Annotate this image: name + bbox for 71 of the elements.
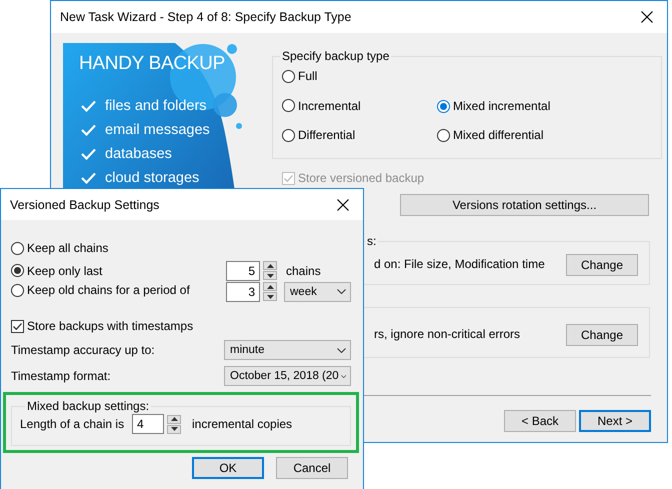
spin-up-button[interactable]	[263, 261, 277, 270]
radio-indicator[interactable]	[11, 242, 24, 255]
group-label: Mixed backup settings:	[26, 399, 150, 413]
caret-down-icon	[170, 427, 178, 431]
change-button[interactable]: Change	[566, 324, 638, 346]
group-label: s:	[366, 234, 378, 248]
radio-button[interactable]: Mixed incremental	[437, 99, 550, 113]
check-icon	[81, 148, 96, 160]
dropdown[interactable]: week	[284, 282, 351, 302]
radio-indicator[interactable]	[437, 100, 450, 112]
caret-down-icon	[266, 274, 274, 278]
dialog-button[interactable]: Cancel	[276, 457, 348, 479]
dropdown[interactable]: October 15, 2018 (20	[224, 366, 351, 386]
nav-button[interactable]: < Back	[504, 410, 576, 432]
window-title: New Task Wizard - Step 4 of 8: Specify Backup Type	[60, 10, 352, 24]
close-icon	[337, 198, 349, 210]
feature-text: databases	[105, 146, 172, 162]
radio-button[interactable]: Full	[282, 69, 318, 83]
settings-text: rs, ignore non-critical errors	[374, 326, 520, 343]
banner-title: HANDY BACKUP	[79, 53, 226, 75]
unit-label: chains	[285, 264, 321, 278]
feature-text: files and folders	[105, 98, 207, 114]
caret-up-icon	[170, 417, 178, 421]
radio-indicator[interactable]	[282, 70, 295, 82]
radio-button[interactable]: Mixed differential	[437, 128, 544, 142]
dialog-title: Versioned Backup Settings	[10, 198, 160, 212]
checkbox[interactable]: Store backups with timestamps	[11, 318, 194, 334]
settings-text: d on: File size, Modification time	[374, 256, 545, 273]
caret-up-icon	[266, 264, 274, 268]
radio-indicator[interactable]	[11, 264, 24, 278]
check-icon	[81, 124, 96, 136]
field-label: Length of a chain is	[20, 417, 126, 431]
radio-button[interactable]: Keep only last	[11, 264, 102, 278]
spin-down-button[interactable]	[263, 271, 277, 280]
radio-indicator[interactable]	[282, 128, 295, 142]
chevron-down-icon	[337, 348, 346, 352]
spin-down-button[interactable]	[263, 292, 277, 301]
number-field[interactable]: 5	[226, 260, 260, 280]
unit-label: incremental copies	[191, 417, 292, 431]
radio-indicator[interactable]	[282, 99, 295, 112]
check-icon	[81, 172, 96, 184]
radio-button[interactable]: Differential	[282, 128, 356, 142]
change-button[interactable]: Change	[566, 254, 638, 276]
radio-indicator[interactable]	[11, 284, 24, 297]
spin-down-button[interactable]	[167, 424, 181, 434]
feature-text: email messages	[105, 122, 210, 138]
radio-indicator[interactable]	[437, 128, 450, 142]
radio-button[interactable]: Keep old chains for a period of	[11, 283, 190, 298]
check-icon	[81, 100, 96, 112]
spin-up-button[interactable]	[263, 282, 277, 291]
number-field[interactable]: 3	[226, 282, 260, 302]
caret-up-icon	[266, 284, 274, 288]
check-icon	[12, 320, 23, 332]
close-icon	[641, 11, 653, 23]
dropdown[interactable]: minute	[224, 340, 351, 360]
chevron-down-icon	[340, 374, 346, 378]
group-label: Specify backup type	[281, 49, 390, 63]
spin-up-button[interactable]	[167, 414, 181, 424]
field-label: Timestamp format:	[11, 369, 112, 383]
field-label: Timestamp accuracy up to:	[11, 343, 156, 357]
check-icon	[283, 172, 294, 184]
caret-down-icon	[266, 294, 274, 298]
dialog-button[interactable]: OK	[192, 457, 264, 479]
number-field[interactable]: 4	[132, 414, 164, 434]
radio-button[interactable]: Keep all chains	[11, 241, 108, 256]
checkbox-indicator[interactable]	[11, 320, 24, 332]
nav-button[interactable]: Next >	[579, 410, 651, 432]
chevron-down-icon	[337, 289, 346, 294]
rotation-settings-button[interactable]: Versions rotation settings...	[400, 194, 649, 216]
feature-text: cloud storages	[105, 170, 200, 186]
radio-button[interactable]: Incremental	[282, 98, 361, 112]
